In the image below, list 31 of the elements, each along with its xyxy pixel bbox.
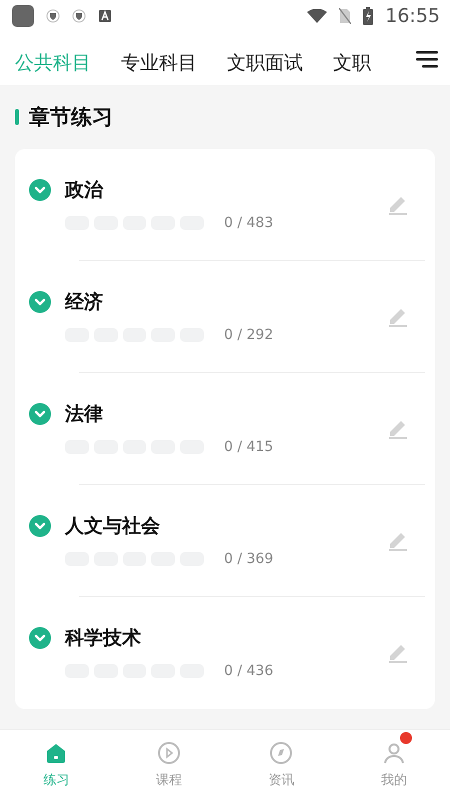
question-count: 0 / 483 bbox=[224, 215, 274, 231]
question-count: 0 / 292 bbox=[224, 327, 274, 343]
accent-bar bbox=[15, 109, 19, 125]
clock-time: 16:55 bbox=[385, 5, 440, 27]
subject-tab[interactable]: 文职面试 bbox=[227, 40, 303, 85]
chapter-name[interactable]: 人文与社会 bbox=[65, 515, 387, 537]
person-icon bbox=[382, 741, 406, 765]
question-count: 0 / 415 bbox=[224, 439, 274, 455]
shield-icon bbox=[46, 9, 60, 23]
font-icon bbox=[98, 9, 112, 23]
wifi-icon bbox=[307, 9, 328, 23]
no-sim-icon bbox=[339, 8, 352, 24]
subject-tab[interactable]: 文职 bbox=[333, 40, 371, 85]
chapter-name[interactable]: 科学技术 bbox=[65, 627, 387, 649]
section-title: 章节练习 bbox=[29, 104, 113, 131]
subject-tab[interactable]: 专业科目 bbox=[121, 40, 197, 85]
expand-icon[interactable] bbox=[29, 179, 51, 201]
expand-icon[interactable] bbox=[29, 515, 51, 537]
shield-icon bbox=[72, 9, 86, 23]
expand-icon[interactable] bbox=[29, 403, 51, 425]
question-count: 0 / 436 bbox=[224, 663, 274, 679]
expand-icon[interactable] bbox=[29, 627, 51, 649]
battery-icon bbox=[363, 7, 374, 25]
chapter-name[interactable]: 法律 bbox=[65, 403, 387, 425]
app-icon bbox=[12, 5, 34, 27]
chapter-name[interactable]: 政治 bbox=[65, 179, 387, 201]
question-count: 0 / 369 bbox=[224, 551, 274, 567]
chapter-name[interactable]: 经济 bbox=[65, 291, 387, 313]
expand-icon[interactable] bbox=[29, 291, 51, 313]
compass-icon bbox=[269, 741, 294, 765]
play-icon bbox=[156, 741, 181, 765]
